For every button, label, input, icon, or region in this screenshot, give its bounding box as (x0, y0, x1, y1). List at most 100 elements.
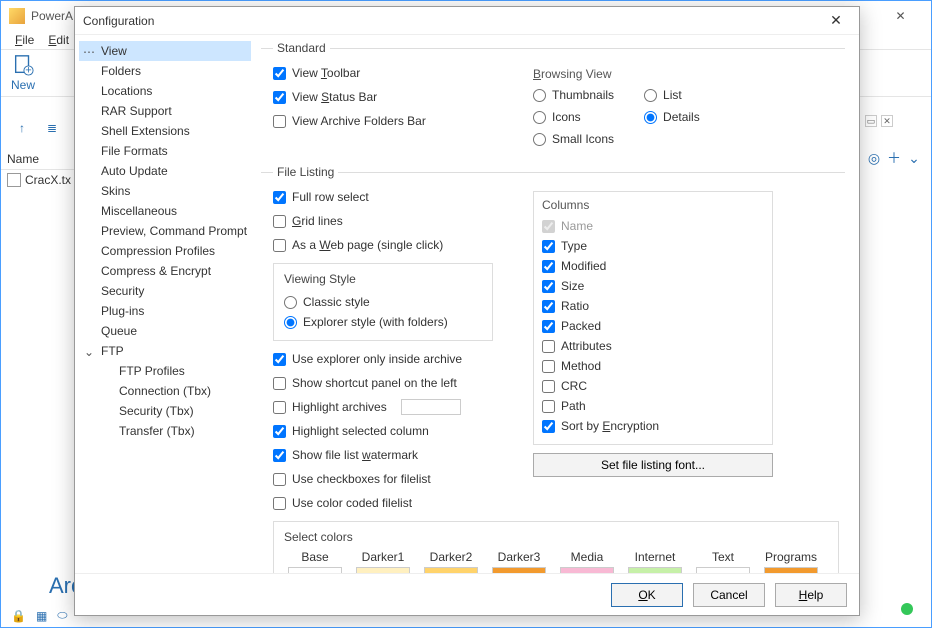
color-swatch[interactable] (628, 567, 682, 573)
app-icon (9, 8, 25, 24)
color-label: Media (571, 550, 604, 564)
menu-edit[interactable]: Edit (48, 33, 69, 47)
color-swatch[interactable] (560, 567, 614, 573)
tree-skins[interactable]: Skins (79, 181, 251, 201)
new-button[interactable]: + New (11, 54, 35, 92)
settings-panel: Standard View Toolbar View Status Bar Vi… (255, 35, 859, 573)
lock-icon[interactable]: 🔒 (11, 609, 26, 623)
tree-ftp[interactable]: ⌄FTP (79, 341, 251, 361)
chk-col-modified[interactable]: Modified (542, 256, 764, 276)
tree-view[interactable]: ⋯View (79, 41, 251, 61)
color-base[interactable]: Base (284, 550, 346, 573)
tree-locations[interactable]: Locations (79, 81, 251, 101)
tree-queue[interactable]: Queue (79, 321, 251, 341)
up-arrow-icon[interactable]: ↑ (11, 117, 33, 139)
panel-close-icon[interactable]: ✕ (881, 115, 893, 127)
list-icon[interactable]: ≣ (41, 117, 63, 139)
color-label: Base (301, 550, 328, 564)
chk-gridlines[interactable]: Grid lines (273, 211, 493, 231)
color-media[interactable]: Media (556, 550, 618, 573)
tree-compression-profiles[interactable]: Compression Profiles (79, 241, 251, 261)
chk-col-packed[interactable]: Packed (542, 316, 764, 336)
close-button[interactable]: ✕ (878, 2, 923, 30)
tree-ftp-profiles[interactable]: FTP Profiles (79, 361, 251, 381)
label-viewing-style: Viewing Style (284, 272, 482, 286)
chk-col-method[interactable]: Method (542, 356, 764, 376)
tree-preview[interactable]: Preview, Command Prompt (79, 221, 251, 241)
color-swatch[interactable] (492, 567, 546, 573)
menu-file[interactable]: File (15, 33, 34, 47)
rad-icons[interactable]: Icons (533, 107, 614, 127)
tree-ftp-transfer[interactable]: Transfer (Tbx) (79, 421, 251, 441)
plus-icon[interactable]: ＋ (885, 149, 903, 167)
tree-auto-update[interactable]: Auto Update (79, 161, 251, 181)
color-swatch[interactable] (764, 567, 818, 573)
chk-shortcut-panel[interactable]: Show shortcut panel on the left (273, 373, 493, 393)
highlight-color-box[interactable] (401, 399, 461, 415)
label-select-colors: Select colors (284, 530, 828, 544)
panel-buttons: ▭ ✕ (865, 115, 893, 127)
chk-col-type[interactable]: Type (542, 236, 764, 256)
configuration-dialog: Configuration ✕ ⋯View Folders Locations … (74, 6, 860, 616)
color-darker3[interactable]: Darker3 (488, 550, 550, 573)
color-darker1[interactable]: Darker1 (352, 550, 414, 573)
chk-col-attributes[interactable]: Attributes (542, 336, 764, 356)
chk-col-sortenc[interactable]: Sort by Encryption (542, 416, 764, 436)
tree-ftp-connection[interactable]: Connection (Tbx) (79, 381, 251, 401)
chk-col-ratio[interactable]: Ratio (542, 296, 764, 316)
chk-highlight-archives[interactable]: Highlight archives (273, 397, 493, 417)
chk-colorcoded[interactable]: Use color coded filelist (273, 493, 493, 513)
target-icon[interactable]: ◎ (865, 149, 883, 167)
chk-view-archivebar[interactable]: View Archive Folders Bar (273, 111, 493, 131)
help-button[interactable]: Help (775, 583, 847, 607)
dot-icon[interactable]: ⬭ (57, 608, 67, 623)
rad-list[interactable]: List (644, 85, 700, 105)
color-text[interactable]: Text (692, 550, 754, 573)
grid-icon[interactable]: ▦ (36, 609, 47, 623)
chk-col-size[interactable]: Size (542, 276, 764, 296)
chk-watermark[interactable]: Show file list watermark (273, 445, 493, 465)
tree-rar-support[interactable]: RAR Support (79, 101, 251, 121)
color-swatch[interactable] (288, 567, 342, 573)
rad-thumbnails[interactable]: Thumbnails (533, 85, 614, 105)
tree-security[interactable]: Security (79, 281, 251, 301)
chk-col-crc[interactable]: CRC (542, 376, 764, 396)
tree-compress-encrypt[interactable]: Compress & Encrypt (79, 261, 251, 281)
tree-plugins[interactable]: Plug-ins (79, 301, 251, 321)
chk-explorer-only[interactable]: Use explorer only inside archive (273, 349, 493, 369)
cancel-button[interactable]: Cancel (693, 583, 765, 607)
chevron-down-icon[interactable]: ⌄ (905, 149, 923, 167)
tree-folders[interactable]: Folders (79, 61, 251, 81)
chk-col-path[interactable]: Path (542, 396, 764, 416)
panel-restore-icon[interactable]: ▭ (865, 115, 877, 127)
set-font-button[interactable]: Set file listing font... (533, 453, 773, 477)
dialog-close-button[interactable]: ✕ (821, 12, 851, 29)
chk-highlight-column[interactable]: Highlight selected column (273, 421, 493, 441)
name-column-header[interactable]: Name (1, 149, 81, 170)
color-swatch[interactable] (696, 567, 750, 573)
rad-explorer[interactable]: Explorer style (with folders) (284, 312, 482, 332)
color-programs[interactable]: Programs (760, 550, 822, 573)
chk-fullrow[interactable]: Full row select (273, 187, 493, 207)
chevron-down-icon[interactable]: ⌄ (83, 343, 95, 361)
group-columns: Columns Name Type Modified Size Ratio Pa… (533, 191, 773, 445)
chk-view-toolbar[interactable]: View Toolbar (273, 63, 493, 83)
tree-ftp-security[interactable]: Security (Tbx) (79, 401, 251, 421)
color-darker2[interactable]: Darker2 (420, 550, 482, 573)
color-swatch[interactable] (356, 567, 410, 573)
file-row[interactable]: CracX.tx (1, 170, 81, 190)
rad-classic[interactable]: Classic style (284, 292, 482, 312)
tree-misc[interactable]: Miscellaneous (79, 201, 251, 221)
chk-webpage[interactable]: As a Web page (single click) (273, 235, 493, 255)
color-swatch[interactable] (424, 567, 478, 573)
tree-file-formats[interactable]: File Formats (79, 141, 251, 161)
tree-shell-extensions[interactable]: Shell Extensions (79, 121, 251, 141)
rad-smallicons[interactable]: Small Icons (533, 129, 614, 149)
chk-checkboxes[interactable]: Use checkboxes for filelist (273, 469, 493, 489)
rad-details[interactable]: Details (644, 107, 700, 127)
color-internet[interactable]: Internet (624, 550, 686, 573)
settings-tree[interactable]: ⋯View Folders Locations RAR Support Shel… (75, 35, 255, 573)
ok-button[interactable]: OK (611, 583, 683, 607)
chk-view-statusbar[interactable]: View Status Bar (273, 87, 493, 107)
group-standard: Standard View Toolbar View Status Bar Vi… (261, 41, 845, 159)
